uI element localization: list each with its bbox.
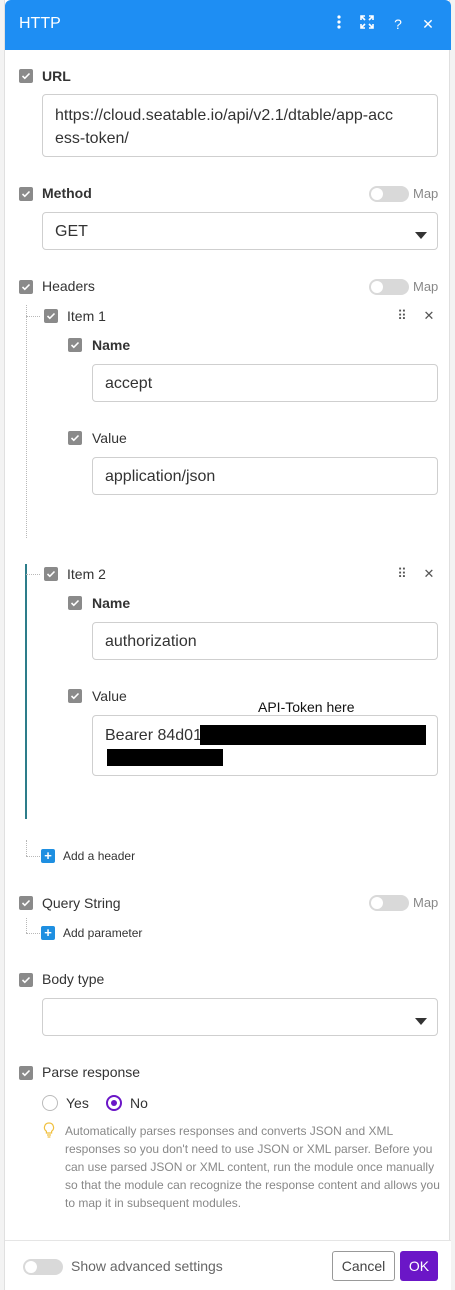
item2-name-value: authorization [105, 633, 197, 650]
item1-title: Item 1 [67, 308, 106, 324]
http-module-panel: HTTP ? ✕ URL https://cloud.seatable.io/a… [4, 0, 451, 1290]
item2-title: Item 2 [67, 566, 106, 582]
redaction-bar [200, 725, 426, 745]
parse-response-no-label: No [130, 1095, 148, 1111]
url-input[interactable]: https://cloud.seatable.io/api/v2.1/dtabl… [42, 94, 438, 157]
method-collapse-checkbox[interactable] [19, 187, 33, 201]
cancel-button[interactable]: Cancel [332, 1251, 395, 1281]
method-map-label: Map [413, 186, 439, 201]
advanced-settings-toggle[interactable] [23, 1259, 63, 1275]
ok-button[interactable]: OK [400, 1251, 438, 1281]
add-parameter-tree-branch [26, 933, 40, 934]
item1-name-label: Name [92, 337, 131, 353]
query-string-label: Query String [42, 895, 121, 911]
url-label: URL [42, 68, 71, 84]
item2-value-input[interactable]: Bearer 84d01 [92, 715, 438, 776]
title-bar: HTTP ? ✕ [5, 0, 451, 50]
parse-response-yes-radio[interactable] [42, 1095, 58, 1111]
item1-value-input[interactable]: application/json [92, 457, 438, 495]
item1-name-value: accept [105, 375, 153, 392]
item2-value-label: Value [92, 688, 127, 704]
url-value-line2: ess-token/ [55, 130, 129, 147]
item1-value-value: application/json [105, 468, 216, 485]
drag-handle-icon[interactable]: ⠿ [395, 567, 409, 581]
url-value-line1: https://cloud.seatable.io/api/v2.1/dtabl… [55, 107, 393, 124]
vertical-dots-icon[interactable] [329, 14, 349, 34]
chevron-down-icon [415, 1013, 427, 1031]
remove-item1-icon[interactable]: ✕ [422, 309, 436, 323]
body-type-select[interactable] [42, 998, 438, 1036]
item1-name-input[interactable]: accept [92, 364, 438, 402]
method-value: GET [55, 223, 88, 240]
add-parameter-link[interactable]: Add parameter [63, 926, 142, 940]
headers-collapse-checkbox[interactable] [19, 280, 33, 294]
footer-bar: Show advanced settings Cancel OK [5, 1240, 451, 1290]
redaction-bar [107, 749, 223, 766]
item2-tree-branch [26, 574, 40, 575]
headers-map-toggle[interactable] [369, 279, 409, 295]
close-icon[interactable]: ✕ [418, 14, 438, 34]
add-header-tree-line [26, 840, 27, 856]
parse-response-label: Parse response [42, 1064, 141, 1080]
headers-label: Headers [42, 278, 95, 294]
item1-tree-branch [26, 316, 40, 317]
item1-value-checkbox[interactable] [68, 431, 82, 445]
add-header-link[interactable]: Add a header [63, 849, 135, 863]
item2-name-checkbox[interactable] [68, 596, 82, 610]
item2-collapse-checkbox[interactable] [44, 567, 58, 581]
remove-item2-icon[interactable]: ✕ [422, 567, 436, 581]
add-header-plus-icon[interactable]: + [41, 849, 55, 863]
drag-handle-icon[interactable]: ⠿ [395, 309, 409, 323]
expand-arrows-icon[interactable] [357, 14, 377, 34]
add-header-tree-branch [26, 856, 40, 857]
advanced-settings-label: Show advanced settings [71, 1258, 223, 1274]
item1-tree-line [26, 305, 27, 538]
help-icon[interactable]: ? [388, 14, 408, 34]
method-map-toggle[interactable] [369, 186, 409, 202]
window-title: HTTP [19, 15, 61, 32]
method-label: Method [42, 185, 92, 201]
body-type-label: Body type [42, 971, 105, 987]
add-parameter-plus-icon[interactable]: + [41, 926, 55, 940]
parse-response-no-radio[interactable] [106, 1095, 122, 1111]
query-string-map-label: Map [413, 895, 439, 910]
item2-active-line [25, 564, 27, 819]
item2-name-input[interactable]: authorization [92, 622, 438, 660]
api-token-annotation: API-Token here [258, 699, 355, 715]
chevron-down-icon [415, 227, 427, 245]
url-collapse-checkbox[interactable] [19, 69, 33, 83]
parse-response-help-text: Automatically parses responses and conve… [65, 1124, 440, 1210]
item2-name-label: Name [92, 595, 131, 611]
lightbulb-icon [43, 1122, 55, 1143]
item1-value-label: Value [92, 430, 127, 446]
headers-map-label: Map [413, 279, 439, 294]
item1-name-checkbox[interactable] [68, 338, 82, 352]
item1-collapse-checkbox[interactable] [44, 309, 58, 323]
add-parameter-tree-line [26, 918, 27, 933]
parse-response-collapse-checkbox[interactable] [19, 1066, 33, 1080]
parse-response-yes-label: Yes [66, 1095, 89, 1111]
method-select[interactable]: GET [42, 212, 438, 250]
query-string-collapse-checkbox[interactable] [19, 896, 33, 910]
body-type-collapse-checkbox[interactable] [19, 973, 33, 987]
query-string-map-toggle[interactable] [369, 895, 409, 911]
item2-value-checkbox[interactable] [68, 689, 82, 703]
